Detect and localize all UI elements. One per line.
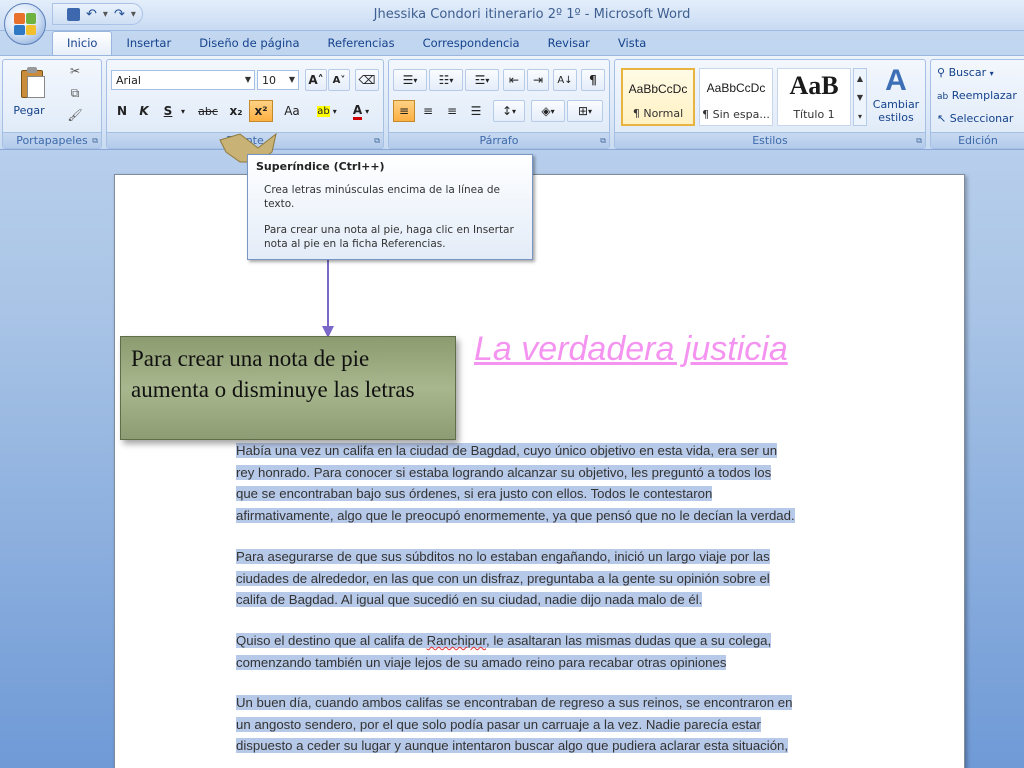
tooltip-line-2: Para crear una nota al pie, haga clic en… <box>264 224 514 250</box>
superscript-tooltip: Superíndice (Ctrl++) Crea letras minúscu… <box>247 154 533 260</box>
tooltip-line-1: Crea letras minúsculas encima de la líne… <box>264 184 501 210</box>
office-button[interactable] <box>4 3 46 45</box>
callout-box: Para crear una nota de pie aumenta o dis… <box>120 336 456 440</box>
connector-arrow <box>248 255 329 332</box>
tooltip-title: Superíndice (Ctrl++) <box>256 160 385 173</box>
office-logo-icon <box>14 13 36 35</box>
